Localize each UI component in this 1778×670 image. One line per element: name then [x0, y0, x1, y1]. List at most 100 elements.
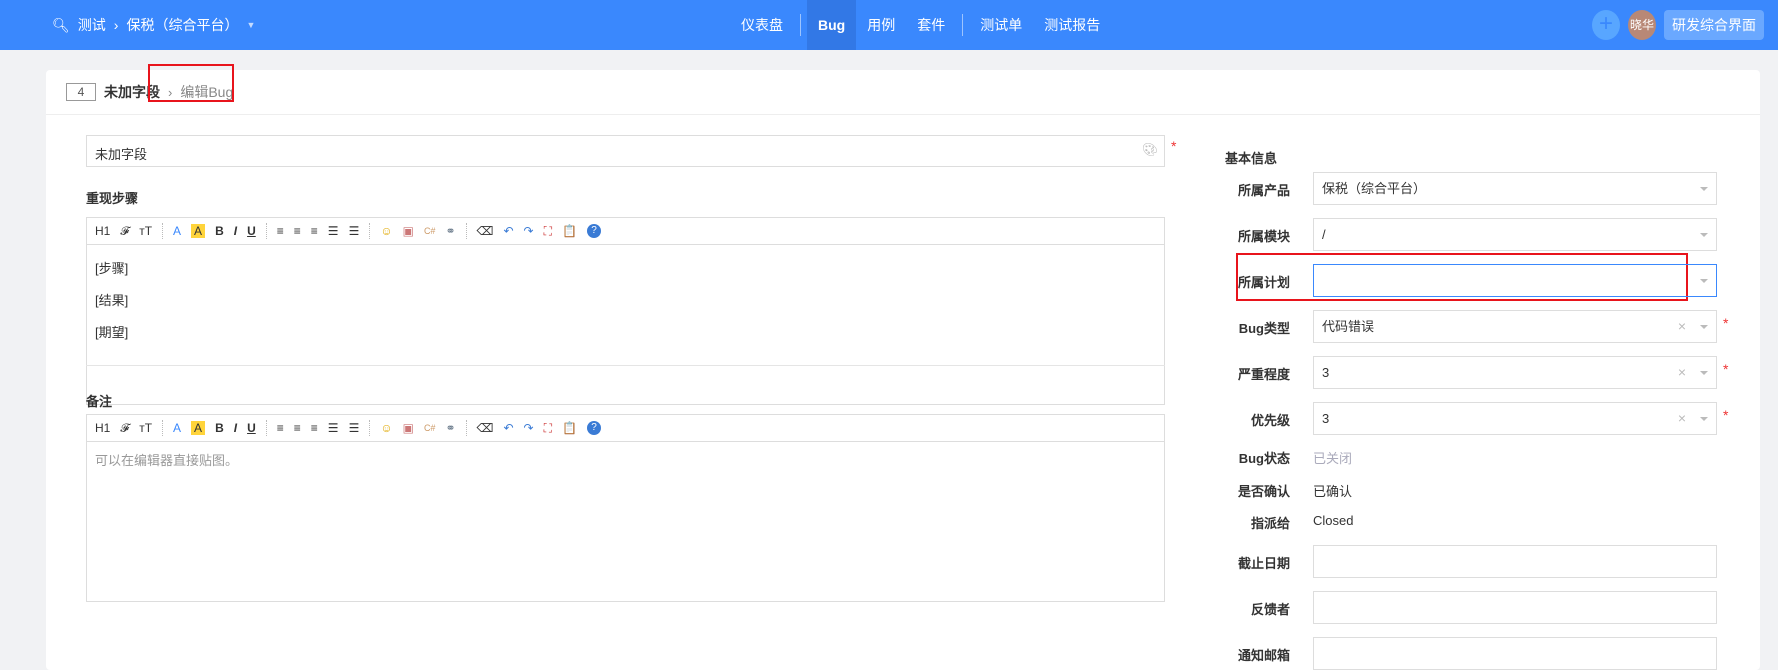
steps-line: [步骤] — [95, 261, 129, 276]
highlight-button[interactable]: A — [191, 421, 206, 435]
comment-editor[interactable]: H1 𝓕 ᴛT A A B I U ≡ ≡ ≡ ☰ ☰ ☺ ▣ C# ⚭ ⌫ ↶… — [86, 414, 1165, 602]
highlight-box — [148, 64, 234, 102]
required-star: * — [1723, 315, 1729, 331]
link-icon[interactable]: ⚭ — [445, 421, 455, 435]
nav-cases[interactable]: 用例 — [856, 0, 906, 50]
edit-bug-card: 4 未加字段 › 编辑Bug 未加字段 🎨︎ * 重现步骤 H1 𝓕 ᴛT A … — [46, 64, 1760, 670]
font-color-button[interactable]: A — [173, 224, 181, 238]
font-button[interactable]: 𝓕 — [120, 224, 129, 239]
fullscreen-icon[interactable]: ⛶ — [544, 421, 552, 436]
steps-label: 重现步骤 — [86, 191, 139, 206]
result-line: [结果] — [95, 293, 129, 308]
undo-icon[interactable]: ↶ — [503, 421, 513, 435]
bug-id-badge: 4 — [66, 83, 96, 101]
chevron-down-icon — [1700, 279, 1708, 287]
image-icon[interactable]: ▣ — [403, 421, 414, 435]
breadcrumb: 🔍︎ 测试 › 保税（综合平台） ▼ — [52, 0, 255, 50]
link-icon[interactable]: ⚭ — [445, 224, 455, 238]
eraser-icon[interactable]: ⌫ — [477, 224, 494, 238]
fullscreen-icon[interactable]: ⛶ — [544, 224, 552, 239]
chevron-down-icon — [1700, 417, 1708, 425]
nav-dashboard[interactable]: 仪表盘 — [730, 0, 794, 50]
chevron-down-icon[interactable]: ▼ — [246, 20, 255, 30]
bug-type-label: Bug类型 — [1238, 321, 1290, 336]
nav-testreport[interactable]: 测试报告 — [1033, 0, 1111, 50]
switch-interface-button[interactable]: 研发综合界面 — [1664, 10, 1764, 40]
chevron-down-icon — [1700, 371, 1708, 379]
nav-suites[interactable]: 套件 — [906, 0, 956, 50]
main-nav: 仪表盘 Bug 用例 套件 测试单 测试报告 — [730, 0, 1111, 50]
emoji-icon[interactable]: ☺ — [380, 421, 392, 435]
code-icon[interactable]: C# — [424, 423, 436, 433]
required-star: * — [1723, 361, 1729, 377]
title-input[interactable]: 未加字段 — [86, 135, 1165, 167]
clear-icon: × — [1677, 410, 1686, 426]
font-size-button[interactable]: ᴛT — [139, 224, 152, 238]
align-right-icon[interactable]: ≡ — [311, 421, 318, 435]
redo-icon[interactable]: ↷ — [524, 224, 534, 238]
align-center-icon[interactable]: ≡ — [294, 224, 301, 238]
card-header: 4 未加字段 › 编辑Bug — [46, 70, 1760, 115]
product-label: 所属产品 — [1237, 183, 1290, 198]
steps-editor[interactable]: H1 𝓕 ᴛT A A B I U ≡ ≡ ≡ ☰ ☰ ☺ ▣ C# ⚭ ⌫ ↶… — [86, 217, 1165, 405]
plan-select[interactable] — [1313, 264, 1717, 297]
redo-icon[interactable]: ↷ — [524, 421, 534, 435]
severity-select[interactable]: 3 × — [1313, 356, 1717, 389]
paste-icon[interactable]: 📋 — [562, 224, 577, 238]
editor-toolbar: H1 𝓕 ᴛT A A B I U ≡ ≡ ≡ ☰ ☰ ☺ ▣ C# ⚭ ⌫ ↶… — [87, 415, 1164, 442]
align-left-icon[interactable]: ≡ — [277, 421, 284, 435]
eraser-icon[interactable]: ⌫ — [477, 421, 494, 435]
help-icon[interactable]: ? — [586, 224, 601, 238]
bold-button[interactable]: B — [215, 224, 224, 238]
required-star: * — [1723, 407, 1729, 423]
module-label: 所属模块 — [1237, 229, 1290, 244]
font-color-button[interactable]: A — [173, 421, 181, 435]
code-icon[interactable]: C# — [424, 226, 436, 236]
highlight-button[interactable]: A — [191, 224, 206, 238]
basic-info-heading: 基本信息 — [1225, 151, 1278, 166]
palette-icon[interactable]: 🎨︎ — [1142, 142, 1159, 158]
product-select[interactable]: 保税（综合平台） — [1313, 172, 1717, 205]
paste-icon[interactable]: 📋 — [562, 421, 577, 435]
ordered-list-icon[interactable]: ☰ — [328, 224, 339, 238]
underline-button[interactable]: U — [247, 421, 256, 435]
product-name[interactable]: 测试 — [78, 15, 106, 35]
feedback-input[interactable] — [1313, 591, 1717, 624]
bold-button[interactable]: B — [215, 421, 224, 435]
underline-button[interactable]: U — [247, 224, 256, 238]
assign-value: Closed — [1313, 513, 1354, 528]
font-button[interactable]: 𝓕 — [120, 421, 129, 436]
bug-type-select[interactable]: 代码错误 × — [1313, 310, 1717, 343]
heading-button[interactable]: H1 — [95, 421, 110, 435]
ordered-list-icon[interactable]: ☰ — [328, 421, 339, 435]
heading-button[interactable]: H1 — [95, 224, 110, 238]
italic-button[interactable]: I — [234, 224, 237, 238]
avatar[interactable]: 晓华 — [1628, 10, 1656, 40]
align-left-icon[interactable]: ≡ — [277, 224, 284, 238]
nav-bug[interactable]: Bug — [807, 0, 857, 50]
emoji-icon[interactable]: ☺ — [380, 224, 392, 238]
align-right-icon[interactable]: ≡ — [311, 224, 318, 238]
align-center-icon[interactable]: ≡ — [294, 421, 301, 435]
feedback-label: 反馈者 — [1250, 602, 1290, 617]
image-icon[interactable]: ▣ — [403, 224, 414, 238]
priority-select[interactable]: 3 × — [1313, 402, 1717, 435]
nav-testtask[interactable]: 测试单 — [969, 0, 1033, 50]
deadline-input[interactable] — [1313, 545, 1717, 578]
clear-icon: × — [1677, 364, 1686, 380]
status-value: 已关闭 — [1313, 451, 1353, 466]
font-size-button[interactable]: ᴛT — [139, 421, 152, 435]
status-label: Bug状态 — [1238, 451, 1290, 466]
add-icon[interactable]: + — [1592, 10, 1620, 40]
help-icon[interactable]: ? — [586, 421, 601, 435]
unordered-list-icon[interactable]: ☰ — [349, 421, 360, 435]
notify-mail-input[interactable] — [1313, 637, 1717, 670]
undo-icon[interactable]: ↶ — [503, 224, 513, 238]
italic-button[interactable]: I — [234, 421, 237, 435]
comment-label: 备注 — [86, 394, 113, 409]
search-icon[interactable]: 🔍︎ — [52, 17, 70, 34]
chevron-right-icon: › — [113, 17, 119, 33]
module-select[interactable]: / — [1313, 218, 1717, 251]
unordered-list-icon[interactable]: ☰ — [349, 224, 360, 238]
project-switcher[interactable]: 保税（综合平台） — [126, 15, 238, 35]
